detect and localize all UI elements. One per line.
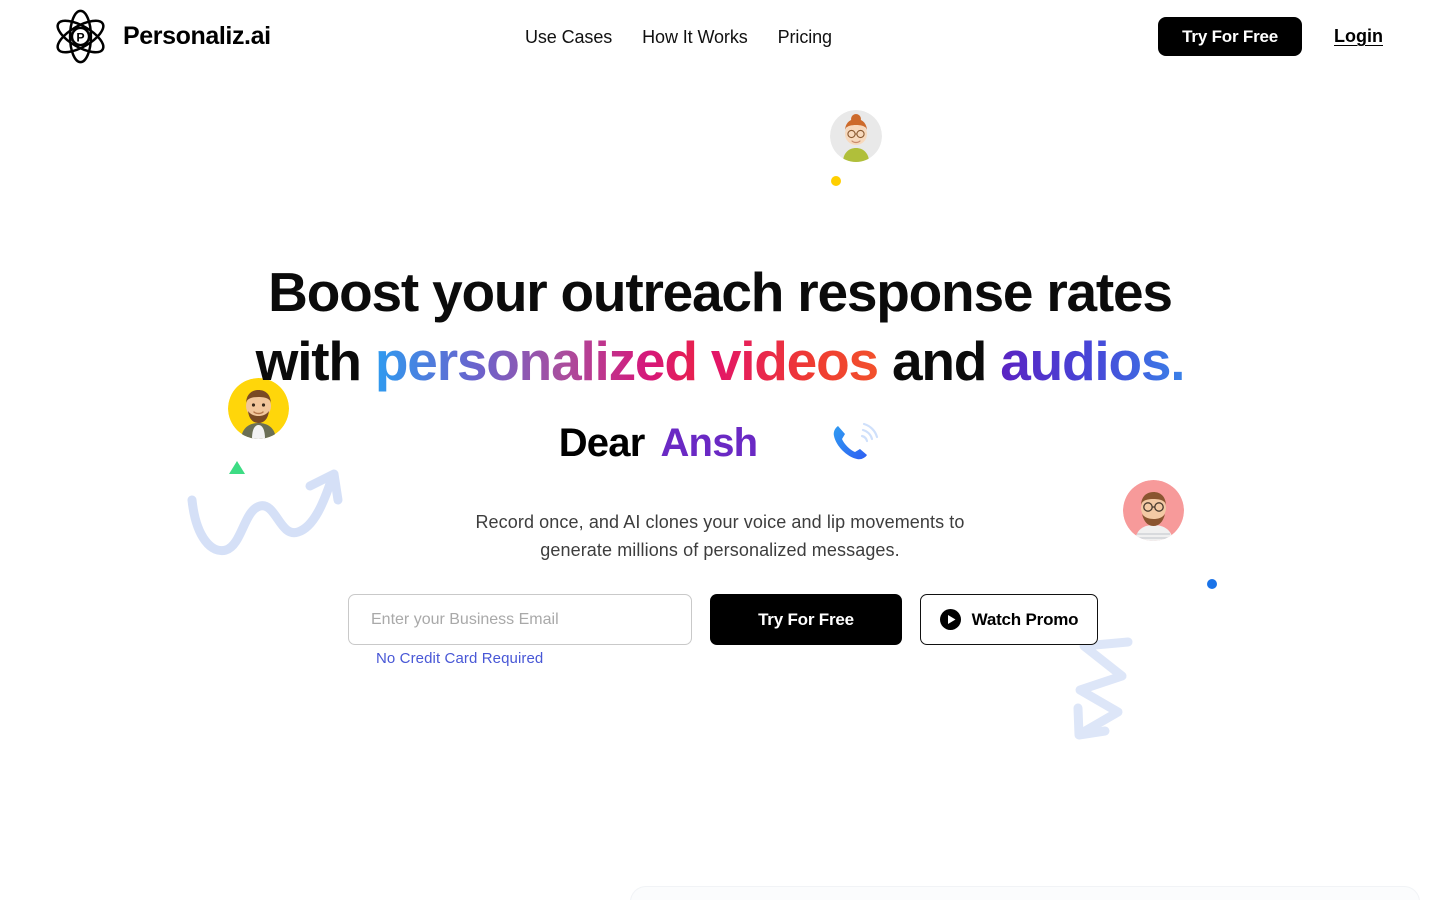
headline-personalized: personalized <box>374 330 698 392</box>
business-email-input[interactable] <box>348 594 692 645</box>
no-credit-card-note: No Credit Card Required <box>376 650 544 667</box>
blue-dot <box>1207 579 1217 589</box>
watch-promo-button[interactable]: Watch Promo <box>920 594 1098 645</box>
subcopy-line-1: Record once, and AI clones your voice an… <box>475 512 965 532</box>
headline-with: with <box>255 330 362 392</box>
below-fold-card <box>630 886 1420 900</box>
yellow-dot <box>831 176 841 186</box>
watch-promo-label: Watch Promo <box>971 609 1079 629</box>
headline-line-1: Boost your outreach response rates <box>268 261 1173 323</box>
headline-videos: videos <box>710 330 879 392</box>
greeting-name: Ansh <box>660 420 758 465</box>
landing-page: P Personaliz.ai Use Cases How It Works P… <box>0 0 1440 900</box>
phone-call-icon <box>829 420 881 466</box>
personalized-greeting: Dear Ansh <box>0 420 1440 466</box>
headline-audios: audios. <box>1000 330 1185 392</box>
zigzag-arrow-down-left <box>1070 636 1146 742</box>
avatar-woman-glasses <box>830 110 882 162</box>
play-circle-icon <box>939 609 961 630</box>
signup-form: Try For Free Watch Promo <box>348 594 1098 645</box>
subcopy-line-2: generate millions of personalized messag… <box>540 540 900 560</box>
hero-section: Boost your outreach response rates with … <box>0 0 1440 900</box>
hero-try-for-free-button[interactable]: Try For Free <box>710 594 902 645</box>
hero-headline: Boost your outreach response rates with … <box>0 258 1440 396</box>
headline-and: and <box>891 330 987 392</box>
greeting-word: Dear <box>558 420 646 465</box>
hero-subcopy: Record once, and AI clones your voice an… <box>0 508 1440 564</box>
